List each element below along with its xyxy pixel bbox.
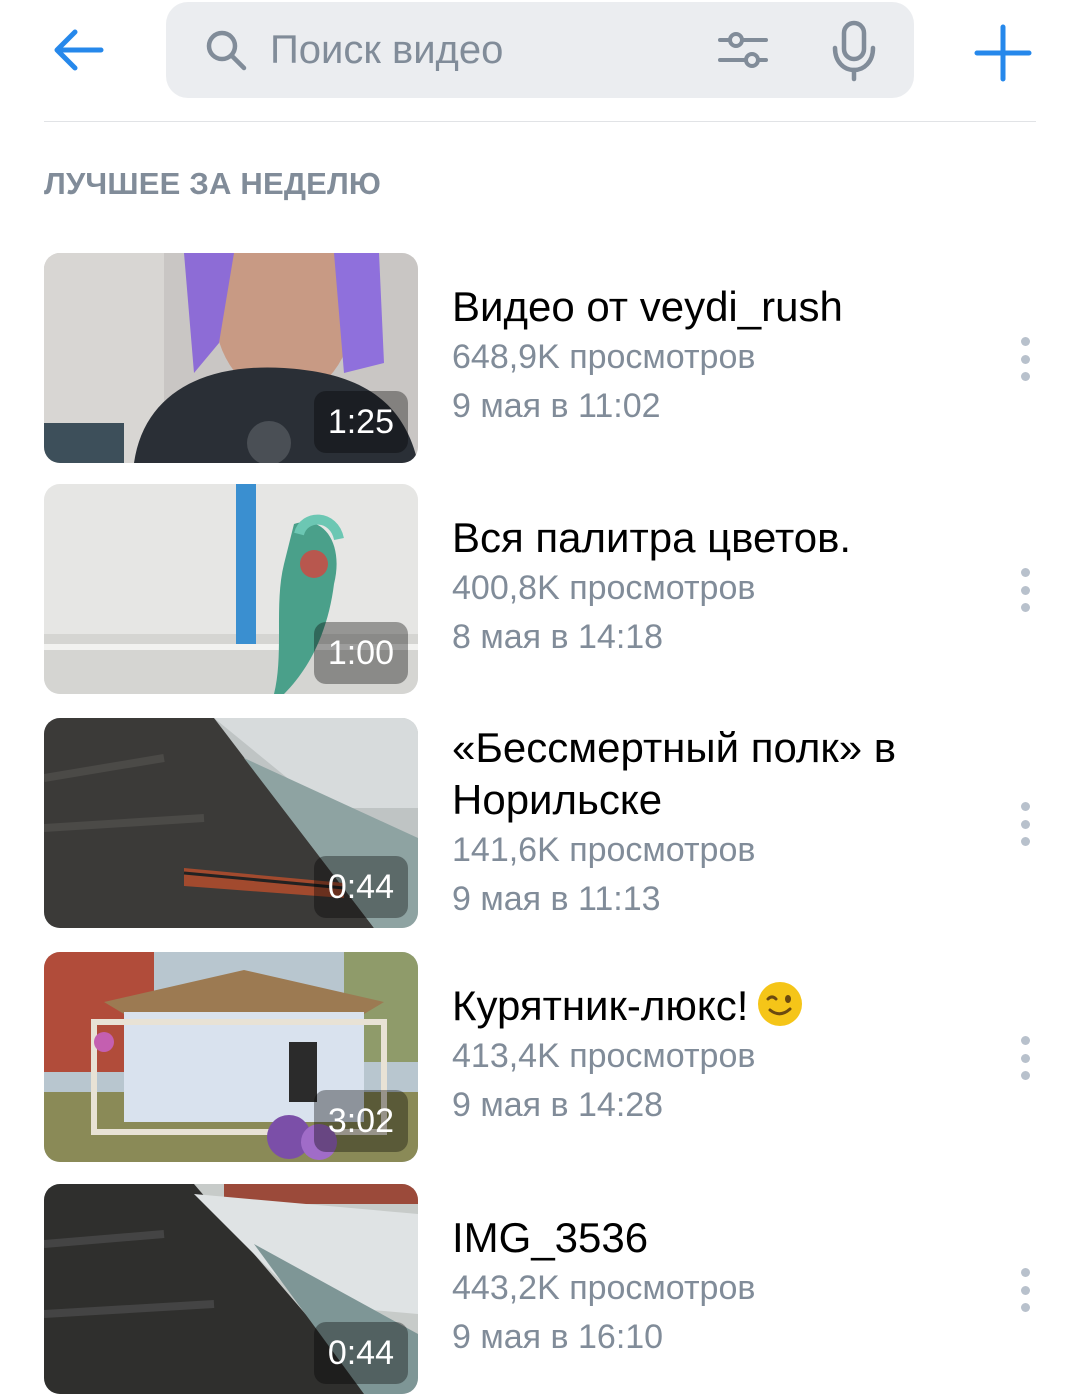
header-divider [44,121,1036,122]
video-item[interactable]: 0:44 «Бессмертный полк» в Норильске 141,… [0,718,1080,930]
more-vertical-icon [1020,819,1030,829]
wink-emoji-icon [758,982,803,1026]
video-item[interactable]: 3:02 Курятник-люкс! 413,4K просмотров 9 … [0,952,1080,1164]
video-thumbnail[interactable]: 3:02 [44,952,418,1162]
video-thumbnail[interactable]: 0:44 [44,1184,418,1394]
video-thumbnail[interactable]: 1:25 [44,253,418,463]
add-video-button[interactable] [970,20,1036,86]
filters-icon[interactable] [716,28,770,72]
more-vertical-icon [1020,1071,1030,1080]
more-vertical-icon [1020,603,1030,612]
video-item[interactable]: 0:44 IMG_3536 443,2K просмотров 9 мая в … [0,1184,1080,1396]
back-button[interactable] [44,20,110,80]
video-title[interactable]: Вся палитра цветов. [452,512,972,564]
video-duration: 0:44 [313,1322,408,1384]
video-title[interactable]: Видео от veydi_rush [452,281,972,333]
video-date: 9 мая в 11:13 [452,880,661,918]
video-date: 9 мая в 16:10 [452,1318,664,1356]
more-vertical-icon [1020,354,1030,364]
more-vertical-icon [1020,1303,1030,1312]
more-vertical-icon [1020,337,1030,346]
video-views: 400,8K просмотров [452,569,756,607]
video-duration: 0:44 [313,856,408,918]
video-views: 413,4K просмотров [452,1037,756,1075]
more-options-button[interactable] [1008,329,1042,389]
more-options-button[interactable] [1008,794,1042,854]
back-arrow-icon [54,29,104,71]
more-options-button[interactable] [1008,560,1042,620]
video-thumbnail[interactable]: 1:00 [44,484,418,694]
video-date: 9 мая в 11:02 [452,387,661,425]
more-options-button[interactable] [1008,1260,1042,1320]
video-info: IMG_3536 443,2K просмотров 9 мая в 16:10 [452,1212,972,1362]
video-date: 9 мая в 14:28 [452,1086,664,1124]
search-bar[interactable] [166,2,914,98]
video-views: 443,2K просмотров [452,1269,756,1307]
section-title: ЛУЧШЕЕ ЗА НЕДЕЛЮ [44,166,382,201]
video-item[interactable]: 1:00 Вся палитра цветов. 400,8K просмотр… [0,484,1080,696]
plus-icon [974,24,1032,82]
video-title: Курятник-люкс! [452,982,749,1029]
search-icon [206,30,247,71]
video-views: 648,9K просмотров [452,338,756,376]
video-info: «Бессмертный полк» в Норильске 141,6K пр… [452,722,972,924]
more-vertical-icon [1020,372,1030,381]
more-vertical-icon [1020,802,1030,811]
video-title[interactable]: «Бессмертный полк» в Норильске [452,722,972,826]
video-info: Вся палитра цветов. 400,8K просмотров 8 … [452,512,972,662]
more-vertical-icon [1020,1268,1030,1277]
microphone-icon[interactable] [830,20,878,82]
top-bar [0,0,1080,122]
more-vertical-icon [1020,1036,1030,1045]
video-info: Курятник-люкс! 413,4K просмотров 9 мая в… [452,980,972,1130]
video-duration: 3:02 [313,1090,408,1152]
video-item[interactable]: 1:25 Видео от veydi_rush 648,9K просмотр… [0,253,1080,465]
video-title-row[interactable]: Курятник-люкс! [452,980,972,1032]
video-duration: 1:25 [313,391,408,453]
more-vertical-icon [1020,1285,1030,1295]
video-info: Видео от veydi_rush 648,9K просмотров 9 … [452,281,972,431]
video-title[interactable]: IMG_3536 [452,1212,972,1264]
video-thumbnail[interactable]: 0:44 [44,718,418,928]
more-vertical-icon [1020,837,1030,846]
video-views: 141,6K просмотров [452,831,756,869]
video-duration: 1:00 [313,622,408,684]
more-vertical-icon [1020,585,1030,595]
more-vertical-icon [1020,568,1030,577]
more-options-button[interactable] [1008,1028,1042,1088]
more-vertical-icon [1020,1053,1030,1063]
video-date: 8 мая в 14:18 [452,618,664,656]
search-input[interactable] [270,20,690,80]
